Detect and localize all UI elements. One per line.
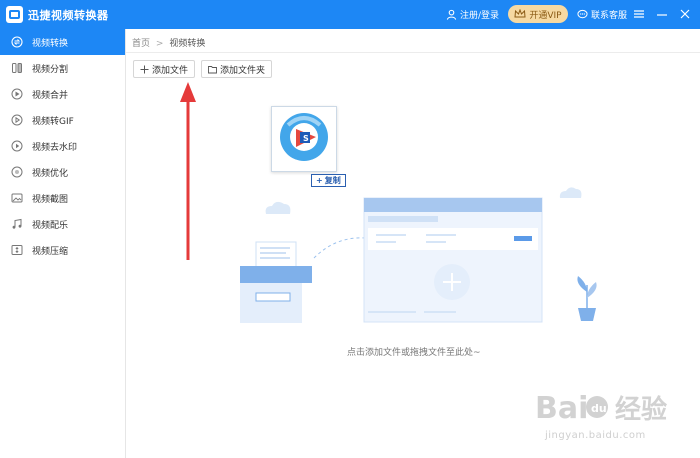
optimize-icon [11,166,23,178]
file-box-icon [240,241,312,323]
minimize-button[interactable] [655,7,669,21]
dragged-file-thumbnail[interactable]: S [271,106,337,172]
svg-text:经验: 经验 [615,394,667,425]
user-icon [446,9,457,20]
sidebar: 视频转换 视频分割 视频合并 视频转GIF 视频去水印 视频优化 视频截图 视频… [0,29,126,458]
cloud-icon-right [559,187,582,198]
folder-icon [208,65,217,73]
hamburger-menu-icon [634,10,644,18]
close-icon [680,9,690,19]
app-logo-icon [6,6,23,23]
add-file-button[interactable]: 添加文件 [133,60,196,78]
plant-icon [577,276,597,321]
breadcrumb-divider [126,52,700,53]
crown-icon [514,9,526,18]
menu-button[interactable] [632,7,646,21]
vip-label: 开通VIP [529,10,562,21]
sidebar-item-label: 视频优化 [32,168,69,179]
svg-text:S: S [303,134,309,143]
title-bar: 迅捷视频转换器 注册/登录 开通VIP 联系客服 [0,0,700,29]
drop-zone-illustration[interactable] [226,180,606,330]
split-icon [11,62,23,74]
close-button[interactable] [678,7,692,21]
sidebar-item-label: 视频分割 [32,64,69,75]
add-folder-label: 添加文件夹 [220,65,266,76]
sidebar-item-label: 视频去水印 [32,142,78,153]
sidebar-item-video-optimize[interactable]: 视频优化 [0,159,125,185]
service-label: 联系客服 [591,11,628,21]
annotation-arrow [180,82,196,260]
plus-icon [140,65,149,73]
login-label: 注册/登录 [460,11,500,21]
svg-text:Bai: Bai [535,391,588,426]
minimize-icon [657,14,667,16]
sidebar-item-video-to-gif[interactable]: 视频转GIF [0,107,125,133]
sidebar-item-video-merge[interactable]: 视频合并 [0,81,125,107]
add-folder-button[interactable]: 添加文件夹 [201,60,273,78]
watermark-remove-icon [11,140,23,152]
sidebar-item-video-convert[interactable]: 视频转换 [0,29,125,55]
sidebar-item-remove-watermark[interactable]: 视频去水印 [0,133,125,159]
breadcrumb-current: 视频转换 [169,39,206,49]
music-icon [11,218,23,230]
app-window-icon [363,197,543,323]
login-button[interactable]: 注册/登录 [446,8,499,21]
sidebar-item-label: 视频截图 [32,194,69,205]
video-file-icon: S [280,113,328,161]
add-file-label: 添加文件 [152,65,189,76]
copy-label: 复制 [324,176,341,185]
sidebar-item-video-compress[interactable]: 视频压缩 [0,237,125,263]
sidebar-item-label: 视频合并 [32,90,69,101]
sidebar-item-label: 视频转GIF [32,116,74,127]
open-vip-button[interactable]: 开通VIP [508,5,568,23]
cloud-icon [265,201,291,214]
compress-icon [11,244,23,256]
copy-badge: + 复制 [311,174,346,187]
breadcrumb: 首页 > 视频转换 [132,36,205,49]
sidebar-item-label: 视频压缩 [32,246,69,257]
gif-icon [11,114,23,126]
sidebar-item-video-split[interactable]: 视频分割 [0,55,125,81]
convert-icon [11,36,23,48]
watermark-url: jingyan.baidu.com [545,430,646,441]
chat-bubble-icon [577,9,588,19]
contact-service-button[interactable]: 联系客服 [577,8,627,21]
sidebar-item-label: 视频转换 [32,38,69,49]
sidebar-item-video-music[interactable]: 视频配乐 [0,211,125,237]
app-title: 迅捷视频转换器 [28,9,109,22]
plus-icon: + [316,176,323,185]
breadcrumb-separator: > [155,39,164,49]
breadcrumb-home[interactable]: 首页 [132,39,150,49]
sidebar-item-label: 视频配乐 [32,220,69,231]
screenshot-icon [11,192,23,204]
merge-icon [11,88,23,100]
svg-text:du: du [591,402,607,415]
drop-zone-hint: 点击添加文件或拖拽文件至此处~ [347,348,481,358]
sidebar-item-video-screenshot[interactable]: 视频截图 [0,185,125,211]
